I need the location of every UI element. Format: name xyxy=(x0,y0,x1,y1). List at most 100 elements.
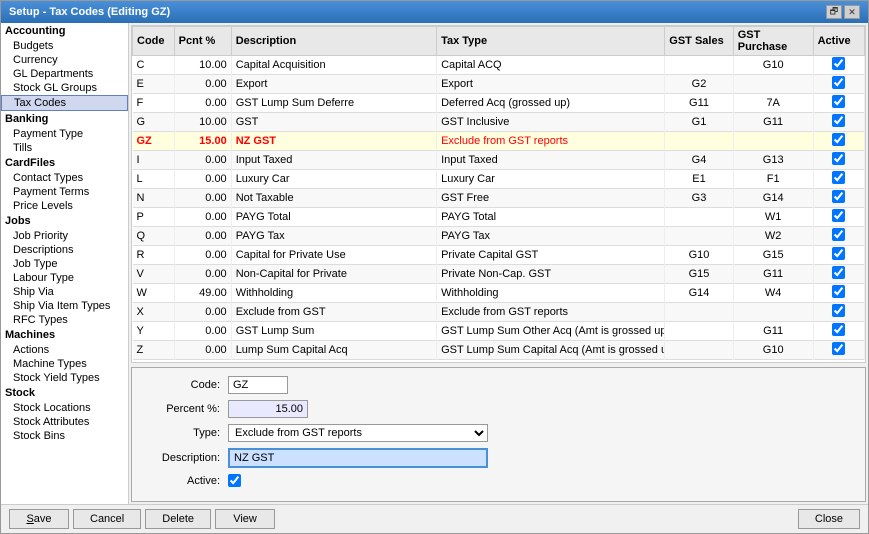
sidebar-item-ship-via-item-types[interactable]: Ship Via Item Types xyxy=(1,299,128,313)
row-active-checkbox[interactable] xyxy=(832,247,845,260)
sidebar-item-descriptions[interactable]: Descriptions xyxy=(1,243,128,257)
sidebar-item-ship-via[interactable]: Ship Via xyxy=(1,285,128,299)
row-active-checkbox[interactable] xyxy=(832,342,845,355)
row-active-checkbox[interactable] xyxy=(832,76,845,89)
table-cell xyxy=(665,208,733,227)
sidebar-item-payment-type[interactable]: Payment Type xyxy=(1,127,128,141)
sidebar-item-rfc-types[interactable]: RFC Types xyxy=(1,313,128,327)
table-area[interactable]: CodePcnt %DescriptionTax TypeGST SalesGS… xyxy=(131,25,866,363)
main-window: Setup - Tax Codes (Editing GZ) 🗗 ✕ Accou… xyxy=(0,0,869,534)
sidebar-item-stock-gl-groups[interactable]: Stock GL Groups xyxy=(1,81,128,95)
row-active-checkbox[interactable] xyxy=(832,57,845,70)
sidebar-item-labour-type[interactable]: Labour Type xyxy=(1,271,128,285)
sidebar-item-payment-terms[interactable]: Payment Terms xyxy=(1,185,128,199)
row-active-checkbox[interactable] xyxy=(832,323,845,336)
table-row[interactable]: I0.00Input TaxedInput TaxedG4G13 xyxy=(133,151,865,170)
restore-button[interactable]: 🗗 xyxy=(826,5,842,19)
table-cell[interactable] xyxy=(813,132,864,151)
close-button[interactable]: Close xyxy=(798,509,860,529)
table-cell[interactable] xyxy=(813,94,864,113)
col-header-gst-sales: GST Sales xyxy=(665,27,733,56)
table-row[interactable]: V0.00Non-Capital for PrivatePrivate Non-… xyxy=(133,265,865,284)
type-select[interactable]: Exclude from GST reportsGST InclusiveGST… xyxy=(228,424,488,442)
code-input[interactable] xyxy=(228,376,288,394)
desc-input[interactable] xyxy=(228,448,488,468)
table-row[interactable]: Y0.00GST Lump SumGST Lump Sum Other Acq … xyxy=(133,322,865,341)
sidebar-item-actions[interactable]: Actions xyxy=(1,343,128,357)
row-active-checkbox[interactable] xyxy=(832,95,845,108)
cancel-button[interactable]: Cancel xyxy=(73,509,141,529)
sidebar-item-job-priority[interactable]: Job Priority xyxy=(1,229,128,243)
row-active-checkbox[interactable] xyxy=(832,171,845,184)
sidebar-item-currency[interactable]: Currency xyxy=(1,53,128,67)
sidebar-section-banking: Banking xyxy=(1,111,128,127)
pcnt-input[interactable] xyxy=(228,400,308,418)
table-cell: GST Lump Sum xyxy=(231,322,436,341)
table-row[interactable]: C10.00Capital AcquisitionCapital ACQG10 xyxy=(133,56,865,75)
table-row[interactable]: F0.00GST Lump Sum DeferreDeferred Acq (g… xyxy=(133,94,865,113)
sidebar-item-machine-types[interactable]: Machine Types xyxy=(1,357,128,371)
row-active-checkbox[interactable] xyxy=(832,228,845,241)
table-cell[interactable] xyxy=(813,56,864,75)
table-cell[interactable] xyxy=(813,208,864,227)
close-window-button[interactable]: ✕ xyxy=(844,5,860,19)
sidebar-item-gl-departments[interactable]: GL Departments xyxy=(1,67,128,81)
sidebar-item-stock-bins[interactable]: Stock Bins xyxy=(1,429,128,443)
table-row[interactable]: E0.00ExportExportG2 xyxy=(133,75,865,94)
table-cell: 7A xyxy=(733,94,813,113)
sidebar-item-stock-attributes[interactable]: Stock Attributes xyxy=(1,415,128,429)
row-active-checkbox[interactable] xyxy=(832,209,845,222)
row-active-checkbox[interactable] xyxy=(832,266,845,279)
table-cell[interactable] xyxy=(813,265,864,284)
sidebar-item-stock-yield-types[interactable]: Stock Yield Types xyxy=(1,371,128,385)
table-cell[interactable] xyxy=(813,322,864,341)
row-active-checkbox[interactable] xyxy=(832,114,845,127)
table-cell[interactable] xyxy=(813,170,864,189)
save-button[interactable]: Save xyxy=(9,509,69,529)
row-active-checkbox[interactable] xyxy=(832,152,845,165)
row-active-checkbox[interactable] xyxy=(832,285,845,298)
table-row[interactable]: X0.00Exclude from GSTExclude from GST re… xyxy=(133,303,865,322)
view-button[interactable]: View xyxy=(215,509,275,529)
row-active-checkbox[interactable] xyxy=(832,190,845,203)
sidebar-item-contact-types[interactable]: Contact Types xyxy=(1,171,128,185)
delete-button[interactable]: Delete xyxy=(145,509,211,529)
table-row[interactable]: L0.00Luxury CarLuxury CarE1F1 xyxy=(133,170,865,189)
table-row[interactable]: Q0.00PAYG TaxPAYG TaxW2 xyxy=(133,227,865,246)
table-cell: G13 xyxy=(733,151,813,170)
table-row[interactable]: G10.00GSTGST InclusiveG1G11 xyxy=(133,113,865,132)
table-cell[interactable] xyxy=(813,284,864,303)
table-cell[interactable] xyxy=(813,151,864,170)
table-row[interactable]: GZ15.00NZ GSTExclude from GST reports xyxy=(133,132,865,151)
table-cell[interactable] xyxy=(813,227,864,246)
active-checkbox[interactable] xyxy=(228,474,241,487)
row-active-checkbox[interactable] xyxy=(832,133,845,146)
type-label: Type: xyxy=(148,427,228,439)
table-cell[interactable] xyxy=(813,113,864,132)
table-cell[interactable] xyxy=(813,341,864,360)
sidebar-item-price-levels[interactable]: Price Levels xyxy=(1,199,128,213)
table-cell[interactable] xyxy=(813,75,864,94)
table-row[interactable]: R0.00Capital for Private UsePrivate Capi… xyxy=(133,246,865,265)
sidebar-item-tills[interactable]: Tills xyxy=(1,141,128,155)
table-row[interactable]: Z0.00Lump Sum Capital AcqGST Lump Sum Ca… xyxy=(133,341,865,360)
sidebar-item-stock-locations[interactable]: Stock Locations xyxy=(1,401,128,415)
row-active-checkbox[interactable] xyxy=(832,304,845,317)
table-cell: Luxury Car xyxy=(231,170,436,189)
table-cell: G11 xyxy=(665,94,733,113)
table-cell[interactable] xyxy=(813,246,864,265)
table-cell: GST Inclusive xyxy=(437,113,665,132)
table-cell: G1 xyxy=(665,113,733,132)
table-row[interactable]: W49.00WithholdingWithholdingG14W4 xyxy=(133,284,865,303)
table-cell[interactable] xyxy=(813,189,864,208)
table-cell xyxy=(665,341,733,360)
sidebar-item-job-type[interactable]: Job Type xyxy=(1,257,128,271)
table-cell xyxy=(733,303,813,322)
sidebar-item-tax-codes[interactable]: Tax Codes xyxy=(1,95,128,111)
sidebar-item-budgets[interactable]: Budgets xyxy=(1,39,128,53)
bottom-bar: Save Cancel Delete View Close xyxy=(1,504,868,533)
table-cell: Withholding xyxy=(437,284,665,303)
table-row[interactable]: N0.00Not TaxableGST FreeG3G14 xyxy=(133,189,865,208)
table-cell[interactable] xyxy=(813,303,864,322)
table-row[interactable]: P0.00PAYG TotalPAYG TotalW1 xyxy=(133,208,865,227)
